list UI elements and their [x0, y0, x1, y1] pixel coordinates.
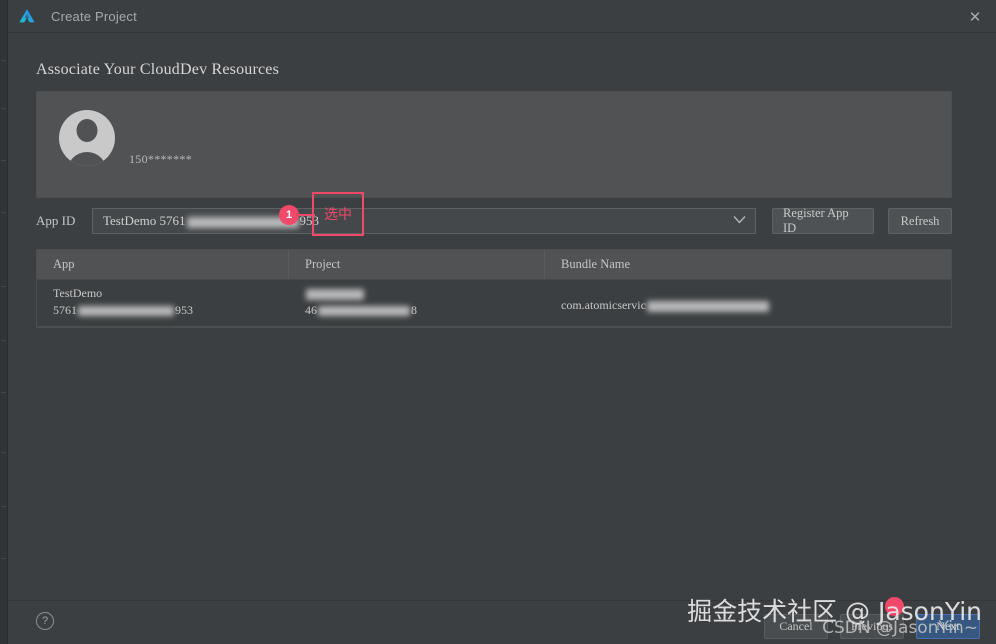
- help-icon[interactable]: ?: [36, 612, 54, 630]
- user-avatar-icon: [59, 110, 115, 166]
- annotation-badge-1: 1: [279, 205, 299, 225]
- column-header-project: Project: [289, 250, 545, 279]
- table-row[interactable]: TestDemo 5761 953 46 8 com.atomicservic: [37, 280, 951, 327]
- dialog-content: Associate Your CloudDev Resources 150***…: [8, 33, 996, 600]
- redacted-block: [318, 306, 410, 317]
- register-app-id-button[interactable]: Register App ID: [772, 206, 874, 235]
- ide-background-strip: [0, 0, 8, 644]
- app-id-label: App ID: [36, 213, 76, 228]
- deveco-logo-icon: [17, 6, 37, 26]
- cell-project: 46 8: [289, 280, 545, 326]
- dialog-footer: ? Cancel Previous Next: [8, 600, 996, 644]
- next-button[interactable]: Next: [916, 614, 980, 639]
- app-id-dropdown[interactable]: TestDemo 5761 953: [92, 208, 756, 234]
- chevron-down-icon[interactable]: [733, 216, 746, 227]
- cancel-button[interactable]: Cancel: [764, 614, 828, 639]
- cell-bundle-name: com.atomicservic: [545, 280, 951, 326]
- create-project-dialog: Create Project ✕ Associate Your CloudDev…: [0, 0, 996, 644]
- redacted-block: [306, 288, 364, 300]
- cell-app-id: 5761 953: [53, 303, 193, 317]
- cell-app: TestDemo 5761 953: [37, 280, 289, 326]
- cell-app-name: TestDemo: [53, 286, 103, 300]
- app-id-row: App ID TestDemo 5761 953 Register App ID …: [36, 206, 952, 235]
- cell-project-name: [305, 285, 545, 302]
- dialog-title: Create Project: [51, 8, 137, 24]
- refresh-button[interactable]: Refresh: [888, 208, 952, 234]
- column-header-bundle-name: Bundle Name: [561, 257, 631, 271]
- table-header-row: App Project Bundle Name: [37, 250, 951, 280]
- dialog-title-bar: Create Project ✕: [8, 0, 996, 33]
- column-header-app: App: [37, 250, 289, 279]
- page-title: Associate Your CloudDev Resources: [36, 61, 280, 78]
- redacted-block: [78, 306, 174, 317]
- footer-button-group: Cancel Previous Next: [764, 614, 980, 639]
- redacted-block: [646, 300, 769, 312]
- annotation-box-label: 选中: [324, 207, 352, 223]
- close-icon[interactable]: ✕: [964, 6, 986, 28]
- resources-table: App Project Bundle Name TestDemo 5761 953: [36, 249, 952, 328]
- account-profile-panel: 150*******: [36, 91, 952, 198]
- annotation-highlight-box: 选中: [312, 192, 364, 236]
- app-id-value-prefix: TestDemo 5761: [103, 213, 186, 228]
- previous-button[interactable]: Previous: [840, 614, 904, 639]
- cell-project-id: 46 8: [305, 303, 417, 317]
- account-name: 150*******: [129, 152, 192, 166]
